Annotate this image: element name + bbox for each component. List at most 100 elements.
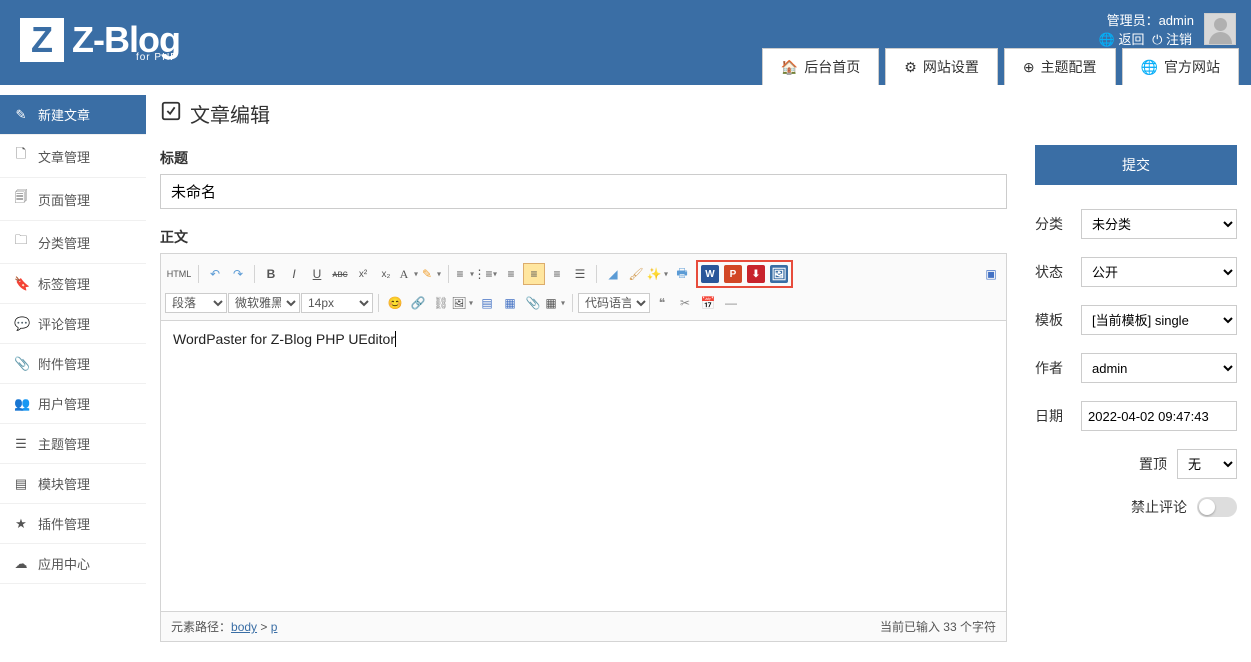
sidebar-item-modules[interactable]: ▤模块管理: [0, 464, 146, 504]
pin-select[interactable]: 无: [1177, 449, 1237, 479]
strikethrough-button[interactable]: ᴀʙᴄ: [329, 263, 351, 285]
nocomment-toggle[interactable]: [1197, 497, 1237, 517]
globe-icon: 🌐: [1141, 59, 1158, 76]
nocomment-label: 禁止评论: [1131, 497, 1187, 517]
forecolor-button[interactable]: A: [398, 263, 420, 285]
redo-button[interactable]: ↷: [227, 263, 249, 285]
editor-content[interactable]: WordPaster for Z-Blog PHP UEditor: [161, 321, 1006, 611]
sidebar-item-new-post[interactable]: ✎新建文章: [0, 95, 146, 135]
nav-official[interactable]: 🌐官方网站: [1122, 48, 1239, 85]
sidebar-item-users[interactable]: 👥用户管理: [0, 384, 146, 424]
comment-icon: 💬: [14, 316, 28, 332]
insert-image-button[interactable]: 🖼: [453, 292, 475, 314]
sidebar-item-categories[interactable]: 🗀分类管理: [0, 221, 146, 264]
plugin-icon: ★: [14, 516, 28, 532]
emoji-button[interactable]: 😊: [384, 292, 406, 314]
unlink-button[interactable]: ⛓: [430, 292, 452, 314]
ppt-import-button[interactable]: P: [722, 263, 744, 285]
paragraph-select[interactable]: 段落: [165, 293, 227, 313]
font-select[interactable]: 微软雅黑: [228, 293, 300, 313]
align-center-button[interactable]: ≡: [523, 263, 545, 285]
avatar-icon[interactable]: [1204, 13, 1236, 45]
fullscreen-button[interactable]: ▣: [980, 263, 1002, 285]
template-select[interactable]: [当前模板] single: [1081, 305, 1237, 335]
nav-settings[interactable]: ⚙网站设置: [885, 48, 998, 85]
logo-subtext: for PHP: [136, 52, 178, 63]
unordered-list-button[interactable]: ⋮≡: [477, 263, 499, 285]
sidebar-item-attachments[interactable]: 📎附件管理: [0, 344, 146, 384]
edit-icon: ✎: [14, 107, 28, 123]
formatmatch-button[interactable]: 🖌: [625, 263, 647, 285]
files-icon: 🗐: [14, 188, 28, 210]
path-body-link[interactable]: body: [231, 620, 257, 634]
cloud-icon: ☁: [14, 556, 28, 572]
author-label: 作者: [1035, 358, 1071, 378]
sidebar-item-pages[interactable]: 🗐页面管理: [0, 178, 146, 221]
quote-button[interactable]: ❝: [651, 292, 673, 314]
print-button[interactable]: 🖶: [671, 263, 693, 285]
eraser-button[interactable]: ◢: [602, 263, 624, 285]
underline-button[interactable]: U: [306, 263, 328, 285]
pin-label: 置顶: [1139, 454, 1167, 474]
autotype-button[interactable]: ✨: [648, 263, 670, 285]
superscript-button[interactable]: x²: [352, 263, 374, 285]
image-icon: 🖼: [770, 265, 788, 283]
align-right-button[interactable]: ≡: [546, 263, 568, 285]
insert-video-button[interactable]: ▤: [476, 292, 498, 314]
size-select[interactable]: 14px: [301, 293, 373, 313]
sidebar-item-appstore[interactable]: ☁应用中心: [0, 544, 146, 584]
date-button[interactable]: 📅: [697, 292, 719, 314]
file-icon: 🗋: [14, 145, 28, 167]
sidebar-item-posts[interactable]: 🗋文章管理: [0, 135, 146, 178]
insert-attachment-button[interactable]: 📎: [522, 292, 544, 314]
right-panel: 提交 分类 未分类 状态 公开 模板 [当前模板] single 作者 admi…: [1021, 85, 1251, 642]
sidebar-item-themes[interactable]: ☰主题管理: [0, 424, 146, 464]
page-title: 文章编辑: [160, 99, 1007, 128]
nav-dashboard[interactable]: 🏠后台首页: [762, 48, 879, 85]
sidebar-item-comments[interactable]: 💬评论管理: [0, 304, 146, 344]
align-justify-button[interactable]: ☰: [569, 263, 591, 285]
insert-music-button[interactable]: ▦: [499, 292, 521, 314]
pdf-icon: ⬇: [747, 265, 765, 283]
backcolor-button[interactable]: ✎: [421, 263, 443, 285]
date-input[interactable]: [1081, 401, 1237, 431]
word-icon: W: [701, 265, 719, 283]
logo-icon: Z: [20, 18, 64, 62]
paste-tools-highlight: W P ⬇ 🖼: [696, 260, 793, 288]
main-content: 文章编辑 标题 正文 HTML ↶ ↷ B I U ᴀʙᴄ x² x₂ A: [146, 85, 1021, 642]
html-button[interactable]: HTML: [165, 263, 193, 285]
code-lang-select[interactable]: 代码语言: [578, 293, 650, 313]
subscript-button[interactable]: x₂: [375, 263, 397, 285]
title-label: 标题: [160, 148, 1007, 168]
sidebar-item-plugins[interactable]: ★插件管理: [0, 504, 146, 544]
status-select[interactable]: 公开: [1081, 257, 1237, 287]
top-nav: 🏠后台首页 ⚙网站设置 ⊕主题配置 🌐官方网站: [756, 48, 1239, 85]
gear-icon: ⚙: [904, 59, 917, 76]
nav-theme[interactable]: ⊕主题配置: [1004, 48, 1116, 85]
author-select[interactable]: admin: [1081, 353, 1237, 383]
image-import-button[interactable]: 🖼: [768, 263, 790, 285]
editor-toolbar: HTML ↶ ↷ B I U ᴀʙᴄ x² x₂ A ✎ ≡ ⋮≡ ≡: [161, 254, 1006, 321]
submit-button[interactable]: 提交: [1035, 145, 1237, 185]
pdf-import-button[interactable]: ⬇: [745, 263, 767, 285]
insert-table-button[interactable]: ▦: [545, 292, 567, 314]
logo[interactable]: Z Z-Blog for PHP: [20, 18, 180, 62]
pagebreak-button[interactable]: ✂: [674, 292, 696, 314]
italic-button[interactable]: I: [283, 263, 305, 285]
hr-button[interactable]: —: [720, 292, 742, 314]
bold-button[interactable]: B: [260, 263, 282, 285]
logout-link[interactable]: ⏻ 注销: [1152, 32, 1192, 47]
home-icon: 🏠: [781, 59, 798, 76]
path-p-link[interactable]: p: [271, 620, 278, 634]
date-label: 日期: [1035, 406, 1071, 426]
sidebar-item-tags[interactable]: 🔖标签管理: [0, 264, 146, 304]
link-button[interactable]: 🔗: [407, 292, 429, 314]
word-import-button[interactable]: W: [699, 263, 721, 285]
undo-button[interactable]: ↶: [204, 263, 226, 285]
status-label: 状态: [1035, 262, 1071, 282]
title-input[interactable]: [160, 174, 1007, 209]
align-left-button[interactable]: ≡: [500, 263, 522, 285]
user-info: 管理员：admin 🌐 返回 ⏻ 注销: [1097, 10, 1236, 48]
return-link[interactable]: 🌐 返回: [1099, 32, 1145, 47]
category-select[interactable]: 未分类: [1081, 209, 1237, 239]
